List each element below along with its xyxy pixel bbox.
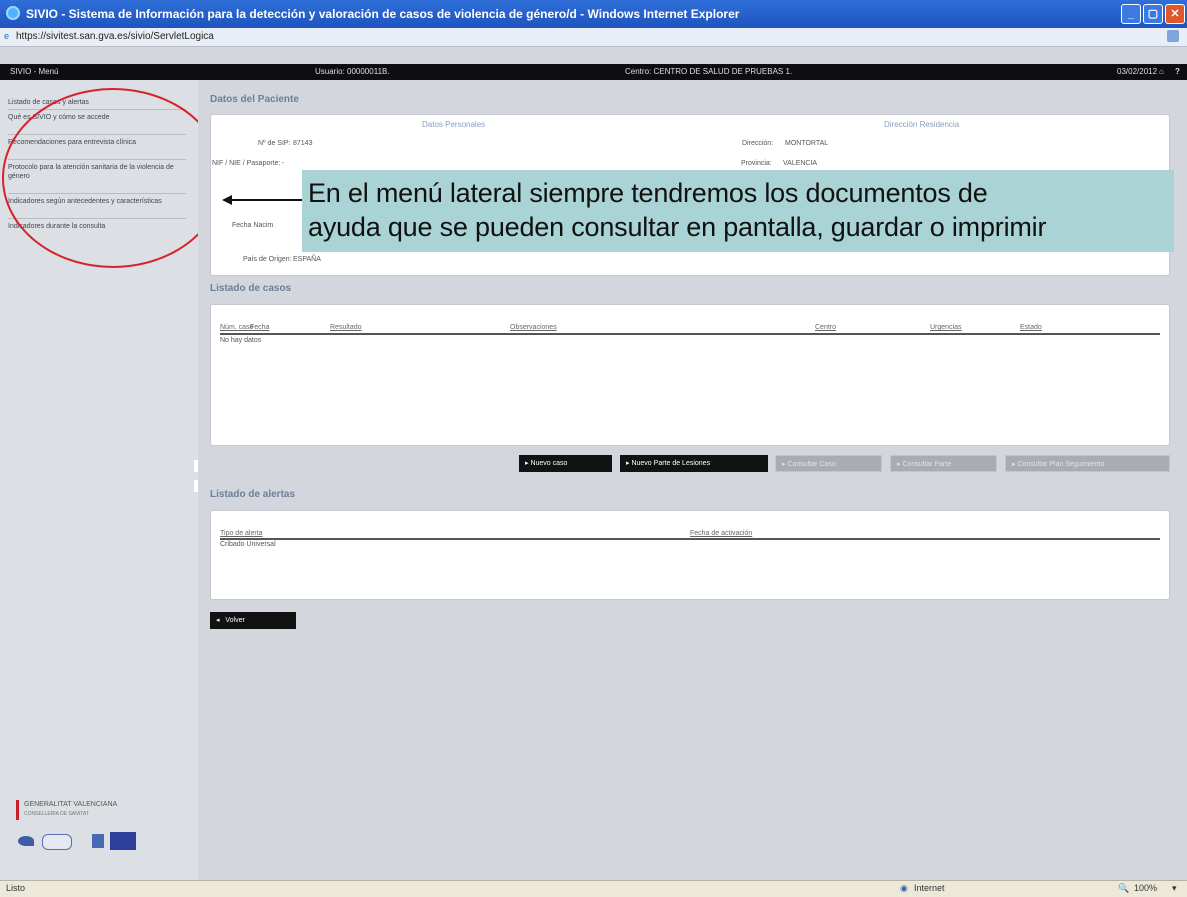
col-estado[interactable]: Estado	[1020, 324, 1042, 331]
logo-text-conselleria: CONSELLERIA DE SANITAT	[24, 811, 89, 817]
col-fecha-activacion[interactable]: Fecha de activación	[690, 530, 752, 537]
go-icon[interactable]	[1167, 30, 1179, 42]
gva-logo-icon	[16, 800, 19, 820]
app-header: SIVIO - Menú Usuario: 00000011B. Centro:…	[0, 64, 1187, 80]
address-label: Dirección:	[742, 140, 774, 147]
window-title-bar: SIVIO - Sistema de Información para la d…	[0, 0, 1187, 28]
status-bar: Listo ◉ Internet 🔍 100% ▾	[0, 880, 1187, 897]
col-urgencias[interactable]: Urgencias	[930, 324, 962, 331]
dni-label: NIF / NIE / Pasaporte:	[212, 160, 281, 167]
nuevo-caso-label: Nuevo caso	[530, 460, 568, 467]
splitter-handle[interactable]	[194, 480, 198, 492]
window-title: SIVIO - Sistema de Información para la d…	[26, 7, 740, 21]
col-fecha[interactable]: Fecha	[250, 324, 269, 331]
center-label: Centro: CENTRO DE SALUD DE PRUEBAS 1.	[625, 67, 793, 76]
zoom-dropdown-icon[interactable]: ▾	[1172, 883, 1177, 894]
bird-logo-icon	[18, 836, 34, 846]
consultar-caso-button[interactable]: ▸ Consultar Caso	[775, 455, 882, 472]
address-value: MONTORTAL	[785, 140, 829, 147]
consultar-plan-label: Consultar Plan Seguimiento	[1017, 461, 1105, 468]
volver-label: Volver	[225, 617, 245, 624]
cases-section-title: Listado de casos	[210, 283, 292, 294]
col-observaciones[interactable]: Observaciones	[510, 324, 557, 331]
alert-row-value[interactable]: Cribado Universal	[220, 541, 276, 548]
callout-box: En el menú lateral siempre tendremos los…	[302, 170, 1174, 252]
date-label: 03/02/2012	[1117, 67, 1158, 76]
logo-text-generalitat: GENERALITAT VALENCIANA	[24, 801, 118, 808]
nuevo-caso-button[interactable]: ▸ Nuevo caso	[519, 455, 612, 472]
arrowhead-icon	[222, 195, 232, 205]
birth-label: Fecha Nacim	[232, 222, 274, 229]
zoom-level[interactable]: 100%	[1134, 883, 1157, 893]
status-text: Listo	[6, 883, 26, 893]
maximize-button[interactable]: ▢	[1143, 4, 1163, 24]
zoom-icon: 🔍	[1118, 883, 1130, 893]
help-icon[interactable]: ?	[1175, 67, 1180, 76]
consultar-caso-label: Consultar Caso	[787, 461, 836, 468]
province-value: VALENCIA	[783, 160, 818, 167]
alerts-section-title: Listado de alertas	[210, 489, 296, 500]
callout-line-1: En el menú lateral siempre tendremos los…	[308, 178, 988, 208]
dni-value: -	[282, 160, 285, 167]
origin-label: País de Origen:	[243, 256, 292, 263]
consultar-parte-button[interactable]: ▸ Consultar Parte	[890, 455, 997, 472]
callout-arrow	[224, 199, 304, 201]
ie-logo-icon	[6, 6, 20, 20]
splitter-handle[interactable]	[194, 460, 198, 472]
minimize-button[interactable]: _	[1121, 4, 1141, 24]
consultar-parte-label: Consultar Parte	[902, 461, 952, 468]
col-tipo-alerta[interactable]: Tipo de alerta	[220, 530, 263, 537]
logo-badge-icon	[42, 834, 72, 850]
highlight-ellipse	[2, 88, 224, 268]
patient-section-title: Datos del Paciente	[210, 94, 299, 105]
alerts-panel	[210, 510, 1170, 600]
sip-value: 87143	[293, 140, 313, 147]
url-text: https://sivitest.san.gva.es/sivio/Servle…	[16, 31, 214, 42]
cases-empty-text: No hay datos	[220, 337, 262, 344]
cases-header-rule	[220, 333, 1160, 335]
close-button[interactable]: ✕	[1165, 4, 1185, 24]
residence-title: Dirección Residencia	[884, 120, 960, 129]
zone-text: Internet	[914, 883, 945, 893]
alerts-header-rule	[220, 538, 1160, 540]
sip-label: Nº de SIP:	[258, 140, 291, 147]
volver-button[interactable]: ◂ Volver	[210, 612, 296, 629]
toolbar-spacer	[0, 47, 1187, 64]
province-label: Provincia:	[741, 160, 772, 167]
eu-mark-icon	[92, 834, 104, 848]
col-centro[interactable]: Centro	[815, 324, 836, 331]
address-bar[interactable]: e https://sivitest.san.gva.es/sivio/Serv…	[0, 28, 1187, 47]
menu-label[interactable]: SIVIO - Menú	[10, 67, 58, 76]
nuevo-parte-button[interactable]: ▸ Nuevo Parte de Lesiones	[620, 455, 768, 472]
globe-icon: ◉	[900, 883, 908, 893]
personal-data-title: Datos Personales	[422, 120, 486, 129]
col-resultado[interactable]: Resultado	[330, 324, 362, 331]
nuevo-parte-label: Nuevo Parte de Lesiones	[631, 460, 711, 467]
callout-line-2: ayuda que se pueden consultar en pantall…	[308, 212, 1047, 242]
eu-flag-icon	[110, 832, 136, 850]
page-icon: e	[4, 31, 10, 41]
origin-value: ESPAÑA	[293, 256, 321, 263]
home-icon[interactable]: ⌂	[1159, 67, 1164, 76]
back-icon: ◂	[216, 617, 226, 624]
col-num-caso[interactable]: Núm. caso	[220, 324, 253, 331]
consultar-plan-button[interactable]: ▸ Consultar Plan Seguimiento	[1005, 455, 1170, 472]
user-label: Usuario: 00000011B.	[315, 67, 390, 76]
